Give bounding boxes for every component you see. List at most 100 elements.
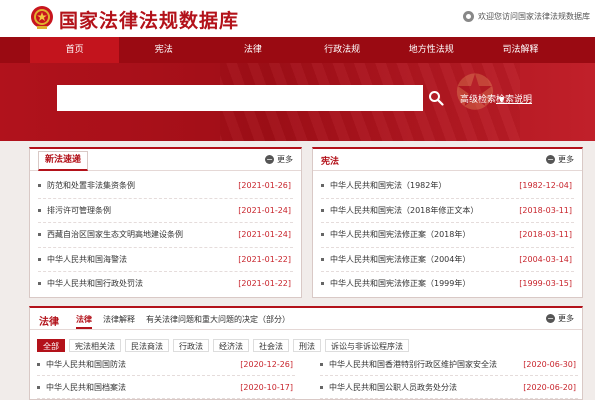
item-title: 中华人民共和国国防法	[46, 360, 126, 369]
item-title: 中华人民共和国宪法（2018年修正文本）	[330, 205, 479, 215]
search-icon[interactable]	[428, 90, 444, 106]
list-item[interactable]: 中华人民共和国国防法 [2020-12-26]	[37, 353, 295, 376]
search-input[interactable]	[57, 85, 423, 111]
latest-laws-panel: 新法速递 − 更多 防范和处置非法集资条例 [2021-01-26] 排污许可管理…	[29, 147, 302, 298]
list-item[interactable]: 中华人民共和国宪法修正案（1999年） [1999-03-15]	[321, 272, 574, 297]
list-item[interactable]: 中华人民共和国香港特别行政区维护国家安全法 [2020-06-30]	[320, 353, 578, 376]
national-emblem-icon	[31, 6, 53, 29]
item-title: 防范和处置非法集资条例	[47, 181, 135, 190]
search-help-link[interactable]: 检索说明	[496, 92, 532, 105]
panel-title-constitution[interactable]: 宪法	[321, 154, 339, 167]
more-label: 更多	[277, 155, 293, 164]
filter-constitution-related[interactable]: 宪法相关法	[69, 339, 121, 352]
list-item[interactable]: 中华人民共和国宪法修正案（2004年） [2004-03-14]	[321, 248, 574, 272]
bullet-icon	[38, 233, 41, 236]
more-icon: −	[546, 155, 555, 164]
list-item[interactable]: 中华人民共和国宪法（2018年修正文本） [2018-03-11]	[321, 199, 574, 223]
bullet-icon	[321, 257, 324, 261]
item-date: [2021-01-22]	[238, 254, 291, 264]
filter-social[interactable]: 社会法	[253, 339, 289, 352]
list-item[interactable]: 排污许可管理条例 [2021-01-24]	[38, 199, 293, 223]
panel-header: 宪法 − 更多	[313, 149, 582, 171]
bullet-icon	[321, 184, 324, 187]
filter-administrative[interactable]: 行政法	[173, 339, 209, 352]
item-date: [2021-01-26]	[238, 181, 291, 190]
item-date: [2020-12-26]	[240, 360, 293, 369]
tab-law[interactable]: 法律	[76, 314, 92, 329]
nav-item-judicial-interpretation[interactable]: 司法解释	[476, 37, 565, 63]
more-link[interactable]: − 更多	[265, 154, 293, 165]
filter-all[interactable]: 全部	[37, 339, 65, 352]
nav-item-administrative-regulations[interactable]: 行政法规	[298, 37, 387, 63]
list-item[interactable]: 中华人民共和国宪法修正案（2018年） [2018-03-11]	[321, 223, 574, 248]
welcome-label: 欢迎您访问国家法律法规数据库	[478, 12, 590, 21]
bullet-icon	[321, 233, 324, 236]
bullet-icon	[321, 282, 324, 285]
more-link[interactable]: − 更多	[546, 154, 574, 165]
item-title: 排污许可管理条例	[47, 205, 111, 215]
list-item[interactable]: 中华人民共和国宪法（1982年） [1982-12-04]	[321, 174, 574, 199]
filter-procedural[interactable]: 诉讼与非诉讼程序法	[325, 339, 409, 352]
more-label: 更多	[558, 155, 574, 164]
tab-law-interpretation[interactable]: 法律解释	[103, 314, 135, 329]
panel-header: 新法速递 − 更多	[30, 149, 301, 171]
more-icon: −	[546, 314, 555, 323]
item-title: 中华人民共和国宪法修正案（1999年）	[330, 279, 471, 288]
latest-laws-list: 防范和处置非法集资条例 [2021-01-26] 排污许可管理条例 [2021-01…	[30, 171, 301, 297]
site-title[interactable]: 国家法律法规数据库	[59, 6, 239, 33]
tab-major-decisions[interactable]: 有关法律问题和重大问题的决定（部分）	[146, 314, 290, 329]
constitution-list: 中华人民共和国宪法（1982年） [1982-12-04] 中华人民共和国宪法（2…	[313, 171, 582, 297]
item-date: [1999-03-15]	[519, 279, 572, 288]
law-list-left: 中华人民共和国国防法 [2020-12-26] 中华人民共和国档案法 [2020-1…	[37, 353, 295, 399]
item-title: 中华人民共和国宪法修正案（2004年）	[330, 254, 471, 264]
law-category-filters: 全部 宪法相关法 民法商法 行政法 经济法 社会法 刑法 诉讼与非诉讼程序法	[37, 339, 409, 352]
main-nav: 首页 宪法 法律 行政法规 地方性法规 司法解释	[0, 37, 595, 63]
list-item[interactable]: 中华人民共和国档案法 [2020-10-17]	[37, 376, 295, 399]
item-date: [1982-12-04]	[519, 181, 572, 190]
list-item[interactable]: 中华人民共和国海警法 [2021-01-22]	[38, 248, 293, 272]
law-tabs: 法律 法律解释 有关法律问题和重大问题的决定（部分）	[76, 314, 301, 329]
item-date: [2021-01-24]	[238, 230, 291, 239]
item-title: 西藏自治区国家生态文明高地建设条例	[47, 230, 183, 239]
tab-latest-laws[interactable]: 新法速递	[38, 151, 89, 171]
item-date: [2004-03-14]	[519, 254, 572, 264]
panel-title-law[interactable]: 法律	[39, 313, 59, 328]
more-link[interactable]: − 更多	[546, 313, 574, 324]
filter-civil-commercial[interactable]: 民法商法	[125, 339, 169, 352]
constitution-panel: 宪法 − 更多 中华人民共和国宪法（1982年） [1982-12-04] 中华人…	[312, 147, 583, 298]
nav-item-home[interactable]: 首页	[30, 37, 120, 63]
item-title: 中华人民共和国行政处罚法	[47, 279, 143, 288]
item-date: [2020-10-17]	[240, 383, 293, 392]
user-icon	[463, 11, 474, 22]
nav-item-constitution[interactable]: 宪法	[119, 37, 208, 63]
nav-item-law[interactable]: 法律	[208, 37, 297, 63]
item-title: 中华人民共和国公职人员政务处分法	[329, 383, 457, 392]
item-date: [2020-06-30]	[523, 360, 576, 369]
bullet-icon	[38, 208, 41, 212]
item-date: [2018-03-11]	[519, 205, 572, 215]
item-date: [2021-01-24]	[238, 205, 291, 215]
item-title: 中华人民共和国宪法（1982年）	[330, 181, 447, 190]
site-header: 国家法律法规数据库 欢迎您访问国家法律法规数据库	[0, 0, 595, 37]
bullet-icon	[320, 386, 323, 389]
list-item[interactable]: 中华人民共和国行政处罚法 [2021-01-22]	[38, 272, 293, 297]
filter-criminal[interactable]: 刑法	[293, 339, 321, 352]
advanced-search-label: 高级检索	[460, 95, 497, 105]
panel-header: 法律 法律 法律解释 有关法律问题和重大问题的决定（部分） − 更多	[30, 308, 582, 330]
bullet-icon	[37, 363, 40, 366]
bullet-icon	[38, 184, 41, 187]
filter-economic[interactable]: 经济法	[213, 339, 249, 352]
bullet-icon	[37, 386, 40, 389]
more-icon: −	[265, 155, 274, 164]
bullet-icon	[38, 282, 41, 285]
item-date: [2021-01-22]	[238, 279, 291, 288]
list-item[interactable]: 防范和处置非法集资条例 [2021-01-26]	[38, 174, 293, 199]
bullet-icon	[38, 257, 41, 261]
law-list-right: 中华人民共和国香港特别行政区维护国家安全法 [2020-06-30] 中华人民共和…	[320, 353, 578, 399]
more-label: 更多	[558, 314, 574, 323]
list-item[interactable]: 西藏自治区国家生态文明高地建设条例 [2021-01-24]	[38, 223, 293, 248]
item-title: 中华人民共和国宪法修正案（2018年）	[330, 230, 471, 239]
list-item[interactable]: 中华人民共和国公职人员政务处分法 [2020-06-20]	[320, 376, 578, 399]
nav-item-local-regulations[interactable]: 地方性法规	[387, 37, 476, 63]
welcome-text: 欢迎您访问国家法律法规数据库	[463, 11, 590, 22]
